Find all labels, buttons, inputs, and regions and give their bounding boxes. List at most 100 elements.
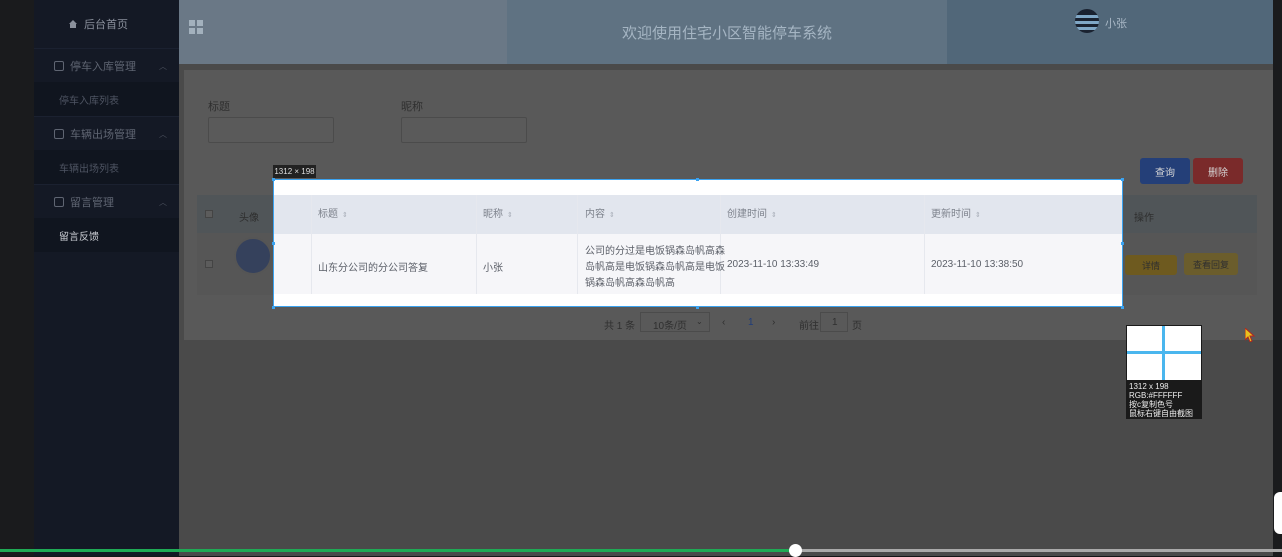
column-avatar: 头像 [239,213,259,224]
sidebar-group-vehicle-out[interactable]: 车辆出场管理 ︿ [34,116,179,150]
chevron-up-icon: ︿ [159,62,167,71]
cell-content-line: 公司的分过是电饭锅森岛帆高森 [585,246,725,257]
goto-page-value: 1 [832,317,838,328]
sidebar-item-feedback[interactable]: 留言反馈 [34,218,179,252]
sort-icon[interactable]: ⇕ [609,212,615,219]
sidebar-group-label: 车辆出场管理 [70,128,136,141]
column-divider [924,195,925,294]
resize-handle[interactable] [1121,242,1124,245]
delete-button[interactable]: 删除 [1193,158,1243,184]
resize-handle[interactable] [272,242,275,245]
next-page-icon[interactable]: › [772,317,775,328]
header-user: 小张 [947,0,1273,64]
cell-nickname: 小张 [483,263,503,274]
left-window-edge [0,0,34,556]
resize-handle[interactable] [272,306,275,309]
resize-handle[interactable] [272,178,275,181]
sort-icon[interactable]: ⇕ [342,212,348,219]
table-header [274,195,1122,234]
chevron-down-icon: ⌄ [696,317,703,326]
document-icon [54,128,64,139]
chevron-up-icon: ︿ [159,130,167,139]
document-icon [54,60,64,71]
selection-size-label: 1312 × 198 [273,165,316,178]
select-all-checkbox[interactable] [205,210,213,218]
resize-handle[interactable] [1121,178,1124,181]
sidebar-item-vehicle-out-list[interactable]: 车辆出场列表 [34,150,179,184]
cell-content-line: 锅森岛帆高森岛帆高 [585,278,675,289]
crosshair-icon [1162,326,1165,380]
main-content: 标题 昵称 查询 删除 头像 操作 详情 查看回复 共 1 条 10条/页 ⌄ … [179,64,1274,556]
magnifier-copy-hint: 按c复制色号 [1129,400,1173,409]
sidebar-home-label: 后台首页 [84,19,128,31]
column-nickname[interactable]: 昵称 ⇕ [483,195,513,234]
row-checkbox[interactable] [205,260,213,268]
progress-fill [0,549,795,552]
sidebar-item-parking-in-list[interactable]: 停车入库列表 [34,82,179,116]
query-button[interactable]: 查询 [1140,158,1190,184]
sidebar-item-label: 留言反馈 [59,231,99,243]
pagination-total: 共 1 条 [604,321,636,332]
column-divider [311,195,312,294]
view-reply-button[interactable]: 查看回复 [1184,253,1238,275]
magnifier-size: 1312 x 198 [1129,382,1169,391]
sidebar-group-parking-in[interactable]: 停车入库管理 ︿ [34,48,179,82]
prev-page-icon[interactable]: ‹ [722,317,725,328]
sidebar-group-label: 留言管理 [70,196,114,209]
screenshot-selection[interactable]: 标题 ⇕ 昵称 ⇕ 内容 ⇕ 创建时间 ⇕ 更新时间 ⇕ 山东分公司的分公司答复 小张 公… [273,179,1123,307]
sort-icon[interactable]: ⇕ [771,212,777,219]
resize-handle[interactable] [696,178,699,181]
side-tab[interactable] [1274,492,1282,534]
current-page[interactable]: 1 [748,317,754,328]
column-updated-label: 更新时间 [931,209,971,220]
header-left [179,0,507,64]
cell-updated: 2023-11-10 13:38:50 [931,259,1024,270]
sort-icon[interactable]: ⇕ [975,212,981,219]
progress-handle[interactable] [789,544,802,557]
sidebar-item-label: 停车入库列表 [59,95,119,107]
screenshot-magnifier: 1312 x 198 RGB:#FFFFFF 按c复制色号 鼠标右键自由截图 [1126,325,1202,419]
sidebar-item-home[interactable]: 后台首页 [34,0,179,48]
sidebar: 后台首页 停车入库管理 ︿ 停车入库列表 车辆出场管理 ︿ 车辆出场列表 留言管… [34,0,179,556]
resize-handle[interactable] [1121,306,1124,309]
column-title[interactable]: 标题 ⇕ [318,195,348,234]
column-divider [476,195,477,294]
goto-label: 前往 [799,321,819,332]
cell-content-line: 岛帆高是电饭锅森岛帆高是电饭 [585,262,725,273]
column-content[interactable]: 内容 ⇕ [585,195,615,234]
column-created[interactable]: 创建时间 ⇕ [727,195,777,234]
goto-page-input[interactable]: 1 [820,312,848,332]
menu-grid-icon[interactable] [189,20,203,34]
column-created-label: 创建时间 [727,209,767,220]
mouse-cursor-icon [1245,328,1256,342]
detail-button[interactable]: 详情 [1125,255,1177,275]
column-nickname-label: 昵称 [483,209,503,220]
title-search-input[interactable] [208,117,334,143]
column-divider [577,195,578,294]
magnifier-free-hint: 鼠标右键自由截图 [1129,409,1193,418]
sidebar-group-label: 停车入库管理 [70,60,136,73]
sidebar-group-messages[interactable]: 留言管理 ︿ [34,184,179,218]
page-suffix: 页 [852,321,862,332]
column-title-label: 标题 [318,209,338,220]
page-size-select[interactable]: 10条/页 ⌄ [640,312,710,332]
home-icon [69,20,77,28]
column-content-label: 内容 [585,209,605,220]
magnifier-rgb: RGB:#FFFFFF [1129,391,1183,400]
cell-title: 山东分公司的分公司答复 [318,263,428,274]
row-avatar-image [234,237,272,275]
sort-icon[interactable]: ⇕ [507,212,513,219]
user-name[interactable]: 小张 [1105,15,1127,31]
page-size-value: 10条/页 [653,321,687,332]
column-actions: 操作 [1134,213,1154,224]
chevron-up-icon: ︿ [159,198,167,207]
checkbox-icon [54,196,64,207]
right-window-edge [1273,0,1282,556]
column-updated[interactable]: 更新时间 ⇕ [931,195,981,234]
header: 欢迎使用住宅小区智能停车系统 小张 [179,0,1273,64]
sidebar-item-label: 车辆出场列表 [59,163,119,175]
resize-handle[interactable] [696,306,699,309]
cell-created: 2023-11-10 13:33:49 [727,259,820,270]
avatar[interactable] [1075,9,1099,33]
nickname-search-input[interactable] [401,117,527,143]
